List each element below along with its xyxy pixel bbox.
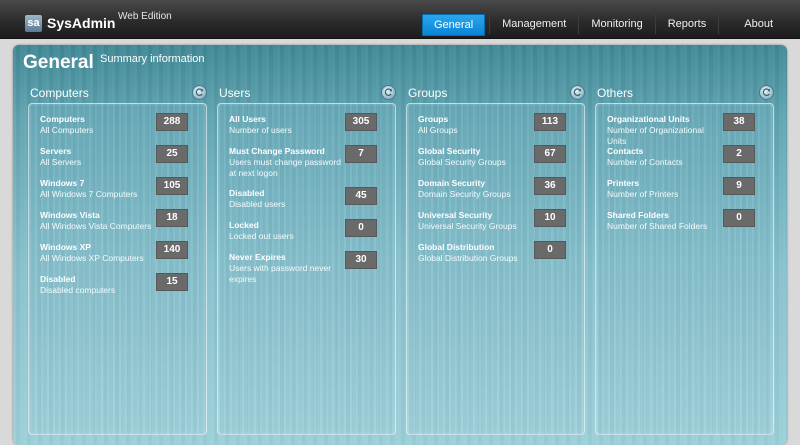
computers-card: Computers All Computers 288 Servers All … — [28, 103, 207, 435]
stat-count: 288 — [156, 113, 188, 131]
stat-row[interactable]: Printers Number of Printers 9 — [607, 177, 767, 200]
others-card: Organizational Units Number of Organizat… — [595, 103, 774, 435]
stat-row[interactable]: Locked Locked out users 0 — [229, 219, 389, 242]
stat-description: Number of users — [229, 125, 292, 135]
stat-description: All Computers — [40, 125, 94, 135]
stat-description: Number of Contacts — [607, 157, 683, 167]
stat-row[interactable]: Windows XP All Windows XP Computers 140 — [40, 241, 200, 264]
stat-row[interactable]: All Users Number of users 305 — [229, 113, 389, 136]
stat-description: Users must change password at next logon — [229, 157, 341, 178]
stat-row[interactable]: Servers All Servers 25 — [40, 145, 200, 168]
stat-row[interactable]: Windows 7 All Windows 7 Computers 105 — [40, 177, 200, 200]
stat-description: Users with password never expires — [229, 263, 332, 284]
stat-row[interactable]: Universal Security Universal Security Gr… — [418, 209, 578, 232]
stat-row[interactable]: Global Distribution Global Distribution … — [418, 241, 578, 264]
stat-description: Global Security Groups — [418, 157, 506, 167]
stat-description: Universal Security Groups — [418, 221, 517, 231]
stat-row[interactable]: Never Expires Users with password never … — [229, 251, 389, 285]
stat-count: 7 — [345, 145, 377, 163]
stat-description: All Windows Vista Computers — [40, 221, 152, 231]
stat-description: Domain Security Groups — [418, 189, 511, 199]
top-bar: sa SysAdmin Web Edition General Manageme… — [0, 0, 800, 39]
stat-description: Global Distribution Groups — [418, 253, 518, 263]
stat-description: Disabled users — [229, 199, 286, 209]
stat-count: 0 — [534, 241, 566, 259]
refresh-icon[interactable] — [570, 85, 585, 100]
stat-description: Number of Shared Folders — [607, 221, 708, 231]
section-header-users: Users — [217, 85, 396, 103]
stat-count: 10 — [534, 209, 566, 227]
refresh-icon[interactable] — [192, 85, 207, 100]
section-header-computers: Computers — [28, 85, 207, 103]
stat-count: 105 — [156, 177, 188, 195]
stat-count: 36 — [534, 177, 566, 195]
app-logo: sa — [25, 15, 42, 32]
stat-count: 67 — [534, 145, 566, 163]
stat-count: 0 — [345, 219, 377, 237]
stat-row[interactable]: Disabled Disabled computers 15 — [40, 273, 200, 296]
nav-reports[interactable]: Reports — [654, 14, 719, 34]
section-title: Others — [597, 86, 634, 100]
stat-row[interactable]: Global Security Global Security Groups 6… — [418, 145, 578, 168]
stat-count: 45 — [345, 187, 377, 205]
stat-count: 9 — [723, 177, 755, 195]
section-title: Computers — [30, 86, 89, 100]
stat-count: 2 — [723, 145, 755, 163]
section-title: Users — [219, 86, 251, 100]
section-title: Groups — [408, 86, 448, 100]
stat-count: 38 — [723, 113, 755, 131]
stat-description: All Windows 7 Computers — [40, 189, 138, 199]
stat-row[interactable]: Groups All Groups 113 — [418, 113, 578, 136]
refresh-icon[interactable] — [759, 85, 774, 100]
summary-panel: General Summary information Computers Co… — [13, 45, 787, 445]
stat-row[interactable]: Shared Folders Number of Shared Folders … — [607, 209, 767, 232]
stat-count: 30 — [345, 251, 377, 269]
stat-row[interactable]: Domain Security Domain Security Groups 3… — [418, 177, 578, 200]
stat-description: All Windows XP Computers — [40, 253, 144, 263]
page-subtitle: Summary information — [100, 53, 205, 65]
stat-description: All Groups — [418, 125, 458, 135]
stat-description: Locked out users — [229, 231, 294, 241]
nav-monitoring[interactable]: Monitoring — [578, 14, 654, 34]
stat-row[interactable]: Computers All Computers 288 — [40, 113, 200, 136]
app-edition: Web Edition — [118, 11, 172, 22]
stat-description: Disabled computers — [40, 285, 116, 295]
page-title: General — [23, 52, 94, 73]
stat-count: 113 — [534, 113, 566, 131]
stat-count: 305 — [345, 113, 377, 131]
stat-row[interactable]: Contacts Number of Contacts 2 — [607, 145, 767, 168]
refresh-icon[interactable] — [381, 85, 396, 100]
stat-row[interactable]: Disabled Disabled users 45 — [229, 187, 389, 210]
groups-card: Groups All Groups 113 Global Security Gl… — [406, 103, 585, 435]
stat-description: Number of Organizational Units — [607, 125, 704, 146]
stat-count: 25 — [156, 145, 188, 163]
stat-count: 140 — [156, 241, 188, 259]
stat-description: All Servers — [40, 157, 82, 167]
nav-about[interactable]: About — [718, 14, 800, 34]
stat-row[interactable]: Windows Vista All Windows Vista Computer… — [40, 209, 200, 232]
users-card: All Users Number of users 305 Must Chang… — [217, 103, 396, 435]
stat-row[interactable]: Must Change Password Users must change p… — [229, 145, 389, 179]
stat-count: 15 — [156, 273, 188, 291]
section-header-groups: Groups — [406, 85, 585, 103]
app-name: SysAdmin — [47, 15, 116, 31]
nav-general[interactable]: General — [422, 14, 486, 36]
section-header-others: Others — [595, 85, 774, 103]
stat-description: Number of Printers — [607, 189, 679, 199]
stat-row[interactable]: Organizational Units Number of Organizat… — [607, 113, 767, 147]
stat-count: 0 — [723, 209, 755, 227]
stat-count: 18 — [156, 209, 188, 227]
main-nav: General Management Monitoring Reports Ab… — [422, 14, 800, 36]
nav-management[interactable]: Management — [489, 14, 578, 34]
